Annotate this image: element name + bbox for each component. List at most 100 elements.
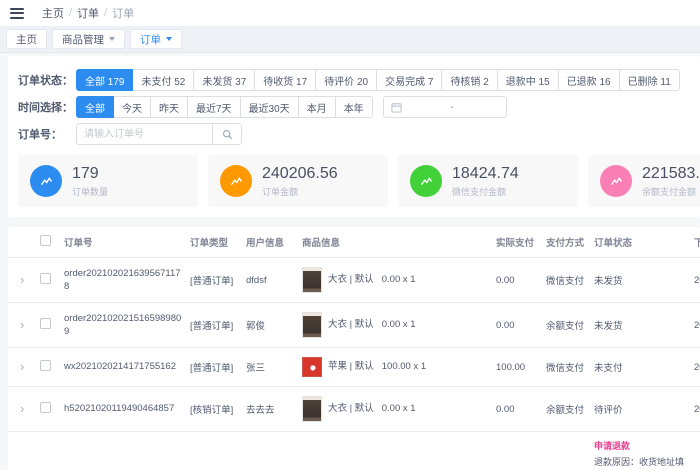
order-status-cell: 待评价 (590, 386, 690, 432)
top-bar: 主页 / 订单 / 订单 (0, 0, 700, 26)
paid-amount-cell: 0.00 (492, 302, 542, 348)
order-no: h52021020119490464857 (64, 403, 175, 415)
refund-info: 申请退款退款原因：收货地址填错了备注说明：你把不乌你你姐姐吧v不不不吧v哈哈哈退… (594, 439, 686, 470)
status-filter-option[interactable]: 交易完成 7 (376, 69, 443, 91)
tab-home[interactable]: 主页 (6, 29, 47, 49)
row-checkbox[interactable] (40, 360, 51, 371)
stat-card: 18424.74 微信支付金额 (398, 155, 578, 207)
product-thumbnail (302, 396, 322, 422)
product-name-variant: 大衣 | 默认 (328, 403, 374, 415)
select-all-checkbox[interactable] (40, 235, 51, 246)
checkbox-cell (36, 386, 60, 432)
date-range-picker[interactable]: - (382, 96, 507, 118)
status-filter-option[interactable]: 待收货 17 (254, 69, 317, 91)
order-type-cell: [普通订单] (186, 347, 242, 387)
time-filter-group: 全部 今天 昨天 最近7天 最近30天 本月 本年 (76, 96, 373, 118)
chevron-down-icon (166, 37, 172, 44)
order-type-cell: [核销订单] (186, 386, 242, 432)
user-cell: 张三 (242, 347, 298, 387)
status-filter-option[interactable]: 全部 179 (76, 69, 134, 91)
order-no-input[interactable] (76, 123, 212, 145)
user-cell: dfdsf (242, 257, 298, 303)
time-filter-option[interactable]: 本月 (297, 96, 336, 118)
time-filter-option[interactable]: 全部 (76, 96, 114, 118)
product-text: 苹果 | 默认 100.00 x 1 (328, 360, 488, 373)
stat-cards: 179 订单数量 240206.56 订单金额 18424.74 微信支付金额 221583… (18, 155, 700, 207)
product-price-qty: 0.00 x 1 (381, 403, 416, 415)
stat-label: 微信支付金额 (452, 186, 507, 197)
product-item: 大衣 | 默认 0.00 x 1 (302, 312, 488, 338)
time-filter-option[interactable]: 最近7天 (187, 96, 241, 118)
status-filter-option[interactable]: 已删除 11 (618, 69, 680, 91)
column-header: 用户信息 (242, 227, 298, 258)
order-no-search (76, 123, 242, 145)
status-filter-option[interactable]: 已退款 16 (557, 69, 620, 91)
products-cell: 苹果 | 默认 100.00 x 1 (298, 347, 492, 387)
order-time-cell: 2021- (690, 257, 700, 303)
orders-table-panel: 订单号订单类型用户信息商品信息实际支付支付方式订单状态下单 › order2021… (8, 227, 700, 470)
chevron-down-icon (109, 37, 115, 44)
product-item: 大衣 | 默认 0.00 x 1 (302, 396, 488, 422)
row-checkbox[interactable] (40, 402, 51, 413)
expand-cell: › (8, 347, 36, 387)
expand-row-button[interactable]: › (12, 318, 24, 331)
table-row: › wx2021020214171755162 [普通订单] 张三 苹果 | 默认 100… (8, 347, 700, 387)
status-filter-row: 订单状态： 全部 179 未支付 52 未发货 37 待收货 17 待评价 20 交易完成… (18, 69, 690, 91)
row-checkbox[interactable] (40, 273, 51, 284)
tab-product-management[interactable]: 商品管理 (52, 29, 125, 49)
stat-text: 179 订单数量 (72, 165, 108, 198)
product-text: 大衣 | 默认 0.00 x 1 (328, 273, 488, 286)
order-no: wx2021020214171755162 (64, 361, 176, 373)
product-thumbnail (302, 312, 322, 338)
status-filter-option[interactable]: 未发货 37 (193, 69, 256, 91)
stat-text: 240206.56 订单金额 (262, 165, 338, 198)
table-row: › h52021020119490464857 [核销订单] 去去去 大衣 | 默认 0.… (8, 386, 700, 432)
column-header: 订单号 (60, 227, 186, 258)
table-row: › order2021020215165989809 [普通订单] 郭俊 大衣 | 默认… (8, 302, 700, 348)
hamburger-menu-icon[interactable] (10, 7, 24, 19)
pay-method-cell: 微信支付 (542, 347, 590, 387)
user-cell: 郭俊 (242, 302, 298, 348)
product-text: 大衣 | 默认 0.00 x 1 (328, 318, 488, 331)
table-row: › h52021020117112275970[普通订单]王飞【烈儿推荐/周杰伦同… (8, 431, 700, 470)
time-filter-option[interactable]: 昨天 (150, 96, 188, 118)
time-filter-option[interactable]: 最近30天 (239, 96, 299, 118)
order-time-cell: 2021- (690, 386, 700, 432)
breadcrumb-item-current: 订单 (112, 8, 135, 20)
status-filter-option[interactable]: 待评价 20 (315, 69, 378, 91)
expand-row-button[interactable]: › (12, 360, 24, 373)
stat-value: 240206.56 (262, 164, 338, 182)
expand-row-button[interactable]: › (12, 273, 24, 286)
search-button[interactable] (212, 123, 242, 145)
date-range-separator: - (450, 101, 454, 113)
row-checkbox[interactable] (40, 318, 51, 329)
tab-orders[interactable]: 订单 (130, 29, 182, 49)
stat-text: 221583. 余额支付金额 (642, 165, 700, 198)
order-no-cell: h52021020117112275970 (60, 431, 186, 470)
checkbox-cell (36, 257, 60, 303)
order-status: 未发货 (594, 321, 623, 332)
paid-amount-cell: 0.00 (492, 386, 542, 432)
breadcrumb: 主页 / 订单 / 订单 (42, 5, 134, 21)
expand-row-button[interactable]: › (12, 402, 24, 415)
tab-label: 商品管理 (62, 33, 104, 46)
stat-value: 221583. (642, 164, 700, 182)
order-time-cell: 2021- (690, 302, 700, 348)
breadcrumb-item-orders[interactable]: 订单 (77, 5, 99, 21)
expand-cell: › (8, 257, 36, 303)
product-thumbnail (302, 357, 322, 377)
time-filter-option[interactable]: 本年 (334, 96, 373, 118)
order-no: order2021020216395671178 (64, 267, 181, 292)
order-time-cell: 2021- (690, 347, 700, 387)
order-status: 未发货 (594, 276, 623, 287)
status-filter-option[interactable]: 未支付 52 (132, 69, 195, 91)
order-no-cell: order2021020216395671178 (60, 257, 186, 303)
user-cell: 去去去 (242, 386, 298, 432)
status-filter-option[interactable]: 退款中 15 (496, 69, 559, 91)
status-filter-option[interactable]: 待核销 2 (441, 69, 498, 91)
order-type-cell: [普通订单] (186, 431, 242, 470)
time-filter-option[interactable]: 今天 (113, 96, 151, 118)
table-header-row: 订单号订单类型用户信息商品信息实际支付支付方式订单状态下单 (8, 227, 700, 258)
filters-panel: 订单状态： 全部 179 未支付 52 未发货 37 待收货 17 待评价 20 交易完成… (8, 56, 700, 217)
breadcrumb-item-home[interactable]: 主页 (42, 5, 64, 21)
